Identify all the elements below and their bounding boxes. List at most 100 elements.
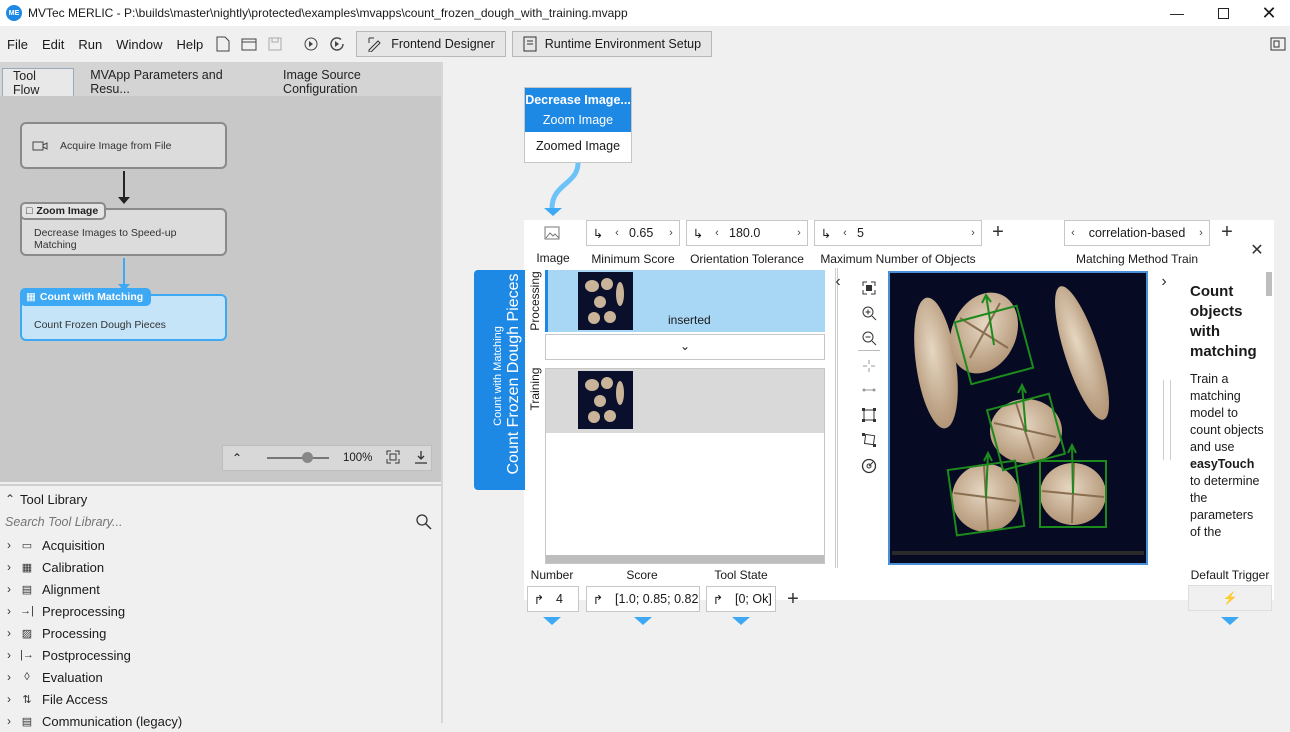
increase-icon: › <box>669 227 673 239</box>
score-output[interactable]: ↱ [1.0; 0.85; 0.82 <box>586 586 700 612</box>
title-bar: ME MVTec MERLIC - P:\builds\master\night… <box>0 0 1290 26</box>
rotated-rectangle-roi-icon[interactable] <box>859 430 879 450</box>
postprocessing-icon: |→ <box>20 649 34 661</box>
tool-library-header[interactable]: ⌃ Tool Library <box>0 488 441 510</box>
search-icon[interactable] <box>416 514 432 533</box>
new-file-icon[interactable] <box>212 33 234 55</box>
preprocessing-icon: →| <box>20 605 34 617</box>
chevron-right-icon[interactable]: › <box>1154 272 1174 292</box>
minimum-score-input[interactable]: ↳ ‹ 0.65 › <box>586 220 680 246</box>
zoom-bar: ⌃ 100% <box>222 445 432 471</box>
number-connector[interactable] <box>543 617 561 625</box>
training-image-row[interactable] <box>546 369 824 433</box>
library-item-alignment[interactable]: › ▤ Alignment <box>0 578 441 600</box>
max-objects-input[interactable]: ↳ ‹ 5 › <box>814 220 982 246</box>
library-item-calibration[interactable]: › ▦ Calibration <box>0 556 441 578</box>
open-file-icon[interactable] <box>238 33 260 55</box>
help-title: Count objects with matching <box>1190 283 1257 360</box>
library-item-postprocessing[interactable]: › |→ Postprocessing <box>0 644 441 666</box>
acquire-image-node[interactable]: Acquire Image from File <box>20 122 227 169</box>
number-output[interactable]: ↱ 4 <box>527 586 579 612</box>
frontend-designer-button[interactable]: Frontend Designer <box>356 31 506 57</box>
help-scrollbar[interactable] <box>1266 272 1272 296</box>
minimize-button[interactable]: — <box>1154 0 1200 26</box>
menu-help[interactable]: Help <box>169 37 210 52</box>
circle-roi-icon[interactable] <box>859 456 879 476</box>
matching-method-select[interactable]: ‹ correlation-based › <box>1064 220 1210 246</box>
rectangle-roi-icon[interactable] <box>859 405 879 425</box>
tab-image-source[interactable]: Image Source Configuration <box>273 68 441 96</box>
zoom-out-icon[interactable] <box>859 328 879 348</box>
trigger-connector[interactable] <box>1221 617 1239 625</box>
run-continuous-icon[interactable] <box>326 33 348 55</box>
close-tool-icon[interactable]: ✕ <box>1247 240 1267 260</box>
trigger-button[interactable]: ⚡ <box>1188 585 1272 611</box>
alignment-icon: ▤ <box>21 583 33 596</box>
file-access-icon: ⇅ <box>22 693 32 706</box>
menu-run[interactable]: Run <box>71 37 109 52</box>
tool-state-connector[interactable] <box>732 617 750 625</box>
number-label: Number <box>530 568 574 582</box>
runtime-setup-label: Runtime Environment Setup <box>544 37 702 51</box>
tool-library-panel: ⌃Tool Library ›▭Acquisition ›▦Calibratio… <box>0 484 441 729</box>
runtime-setup-button[interactable]: Runtime Environment Setup <box>511 31 713 57</box>
minimum-score-label: Minimum Score <box>591 252 675 266</box>
menu-file[interactable]: File <box>0 37 35 52</box>
default-trigger-label: Default Trigger <box>1190 568 1270 582</box>
fit-view-icon[interactable] <box>386 450 400 467</box>
help-splitter[interactable] <box>1163 380 1171 460</box>
maximize-button[interactable] <box>1200 0 1246 26</box>
chevron-left-icon[interactable]: ‹ <box>828 272 848 292</box>
orientation-tolerance-input[interactable]: ↳ ‹ 180.0 › <box>686 220 808 246</box>
tab-tool-flow[interactable]: Tool Flow <box>2 68 75 97</box>
add-parameter-icon[interactable]: + <box>1217 221 1237 243</box>
image-input-icon[interactable] <box>542 223 562 243</box>
library-item-processing[interactable]: › ▨ Processing <box>0 622 441 644</box>
line-measure-icon[interactable] <box>859 380 879 400</box>
library-item-preprocessing[interactable]: › →| Preprocessing <box>0 600 441 622</box>
library-search-input[interactable] <box>0 510 441 534</box>
chevron-down-icon: ⌄ <box>679 339 691 353</box>
crosshair-icon[interactable] <box>859 356 879 376</box>
tool-state-output[interactable]: ↱ [0; Ok] <box>706 586 776 612</box>
increase-icon: › <box>971 227 975 239</box>
fit-window-icon[interactable] <box>859 278 879 298</box>
save-icon[interactable] <box>264 33 286 55</box>
library-item-file-access[interactable]: › ⇅ File Access <box>0 688 441 710</box>
collapse-up-icon[interactable]: ⌃ <box>229 451 245 465</box>
decrease-icon: ‹ <box>843 227 847 239</box>
add-parameter-icon[interactable]: + <box>988 221 1008 243</box>
input-connector[interactable] <box>544 208 562 216</box>
horizontal-scrollbar[interactable] <box>546 555 824 563</box>
output-arrow-icon: ↱ <box>712 592 724 607</box>
step-icon[interactable] <box>300 33 322 55</box>
menu-edit[interactable]: Edit <box>35 37 71 52</box>
expand-processing-button[interactable]: ⌄ <box>545 334 825 360</box>
expand-icon: › <box>7 604 11 618</box>
processing-thumbnail <box>578 272 633 330</box>
tab-mvapp-parameters[interactable]: MVApp Parameters and Resu... <box>80 68 267 96</box>
source-tool-output[interactable]: Zoomed Image <box>525 132 631 153</box>
library-item-acquisition[interactable]: › ▭ Acquisition <box>0 534 441 556</box>
count-matching-node[interactable]: ▦ Count with Matching Count Frozen Dough … <box>20 288 227 341</box>
download-icon[interactable] <box>414 450 428 467</box>
library-item-communication[interactable]: › ▤ Communication (legacy) <box>0 710 441 732</box>
library-item-evaluation[interactable]: › ◊ Evaluation <box>0 666 441 688</box>
image-viewer[interactable] <box>888 271 1148 565</box>
matching-method-label: Matching Method Train <box>1075 252 1199 266</box>
zoom-slider[interactable] <box>267 452 329 463</box>
expand-icon: › <box>7 714 11 728</box>
inserted-label: inserted <box>668 313 711 327</box>
score-connector[interactable] <box>634 617 652 625</box>
zoom-in-icon[interactable] <box>859 303 879 323</box>
viewer-divider <box>858 350 880 351</box>
layout-toggle-icon[interactable] <box>1267 33 1289 55</box>
source-tool-card[interactable]: Decrease Image... Zoom Image Zoomed Imag… <box>524 87 632 163</box>
processing-icon: ▨ <box>21 627 33 640</box>
add-output-icon[interactable]: + <box>783 588 803 610</box>
close-window-button[interactable]: ✕ <box>1246 0 1290 26</box>
splitter-handle[interactable] <box>835 268 838 568</box>
zoom-image-node[interactable]: □ Zoom Image Decrease Images to Speed-up … <box>20 202 227 256</box>
processing-image-row[interactable]: inserted <box>545 270 825 332</box>
menu-window[interactable]: Window <box>109 37 169 52</box>
